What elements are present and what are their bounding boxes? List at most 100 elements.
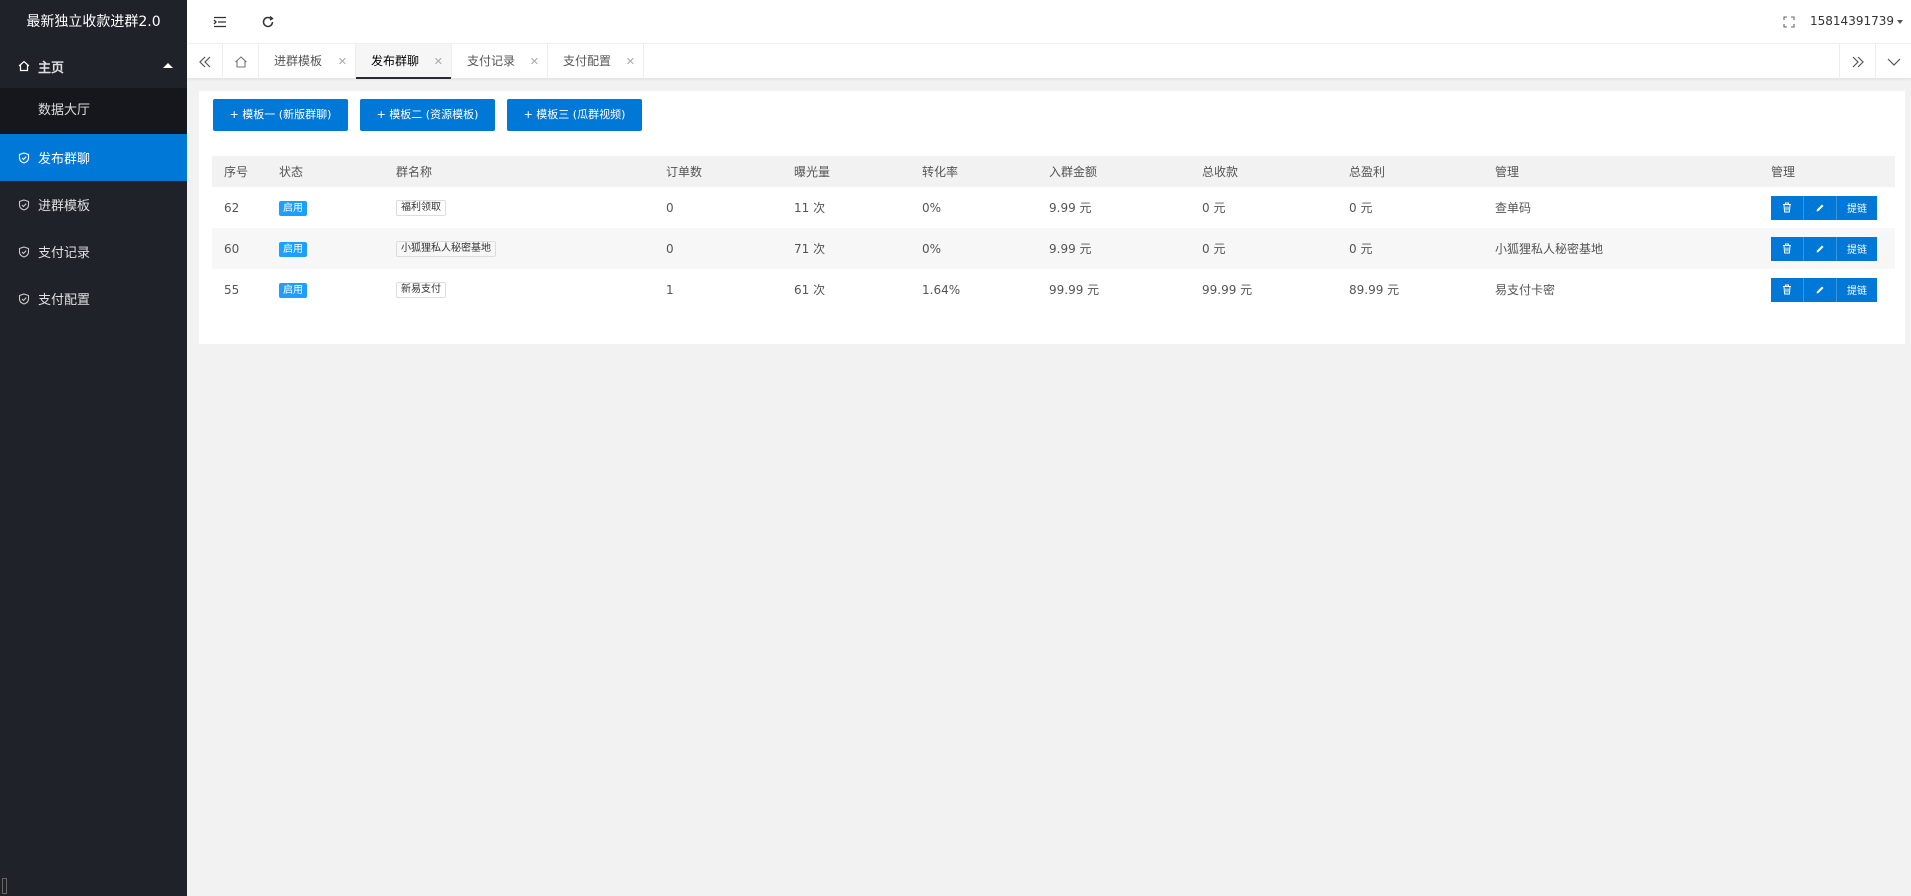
cell-profit: 0 元 [1337,228,1483,269]
pencil-icon[interactable] [1804,195,1837,220]
column-header: 管理 [1759,156,1895,187]
cell-name: 小狐狸私人秘密基地 [384,228,654,269]
cell-id: 55 [224,282,240,297]
row-actions: 提链 [1771,195,1877,220]
column-header: 状态 [267,156,384,187]
tab-label: 发布群聊 [371,54,420,68]
withdraw-link-button[interactable]: 提链 [1837,236,1877,261]
trash-icon[interactable] [1771,236,1804,261]
cell-orders: 1 [666,282,674,297]
cell-rate: 1.64% [922,282,961,297]
add-template-one-button[interactable]: + 模板一 (新版群聊) [213,99,348,131]
table-row: 55 启用 新易支付 1 61 次 1.64% 99.99 元 99.99 元 … [212,269,1895,310]
cell-views: 61 次 [794,283,826,297]
cell-orders: 0 [666,200,674,215]
column-header: 转化率 [910,156,1037,187]
tab-payment-config[interactable]: 支付配置 ✕ [548,44,644,79]
column-header: 群名称 [384,156,654,187]
cell-name: 新易支付 [384,269,654,310]
add-template-two-button[interactable]: + 模板二 (资源模板) [360,99,495,131]
cell-status: 启用 [267,228,384,269]
tab-payment-records[interactable]: 支付记录 ✕ [452,44,548,79]
sidebar-item-payment-records[interactable]: 支付记录 [0,228,187,275]
tab-bar: 进群模板 ✕ 发布群聊 ✕ 支付记录 ✕ 支付配置 ✕ [187,44,1911,79]
cell-profit: 89.99 元 [1349,283,1400,297]
withdraw-link-button[interactable]: 提链 [1837,195,1877,220]
tabs-scroll-right-icon[interactable] [1839,44,1875,79]
home-tab-icon[interactable] [223,44,259,79]
cell-price: 9.99 元 [1049,201,1092,215]
column-header: 总收款 [1190,156,1337,187]
cell-id: 62 [224,200,240,215]
cell-status: 启用 [267,187,384,228]
groups-table: 序号 状态 群名称 订单数 曝光量 转化率 入群金额 总收款 总盈利 管理 管理… [212,156,1895,310]
pencil-icon[interactable] [1804,277,1837,302]
table-header-row: 序号 状态 群名称 订单数 曝光量 转化率 入群金额 总收款 总盈利 管理 管理 [212,156,1895,187]
tabs-dropdown-icon[interactable] [1875,44,1911,79]
cell-total: 0 元 [1202,201,1226,215]
group-name-tag: 福利领取 [396,200,446,216]
table-row: 60 启用 小狐狸私人秘密基地 0 71 次 0% 9.99 元 0 元 0 元… [212,228,1895,269]
sidebar-item-payment-config[interactable]: 支付配置 [0,275,187,322]
cell-actions: 提链 [1759,269,1895,310]
tabs-scroll-left-icon[interactable] [187,44,223,79]
column-header: 总盈利 [1337,156,1483,187]
sidebar-item-label: 主页 [38,60,65,76]
column-header: 序号 [212,156,267,187]
close-icon[interactable]: ✕ [338,44,347,79]
cell-name: 福利领取 [384,187,654,228]
cell-orders: 0 [654,228,782,269]
close-icon[interactable]: ✕ [434,44,443,79]
sidebar-item-home[interactable]: 主页 [0,44,187,88]
column-header: 曝光量 [782,156,910,187]
menu-toggle-icon[interactable] [211,13,229,31]
cell-profit: 0 元 [1349,201,1373,215]
top-header: 15814391739 [187,0,1911,44]
tab-publish[interactable]: 发布群聊 ✕ [356,44,452,79]
column-header: 入群金额 [1037,156,1190,187]
column-header: 管理 [1483,156,1759,187]
shield-check-icon [18,151,30,164]
pencil-icon[interactable] [1804,236,1837,261]
shield-check-icon [18,292,30,305]
refresh-icon[interactable] [259,13,277,31]
status-badge: 启用 [279,241,307,257]
sidebar-item-publish[interactable]: 发布群聊 [0,134,187,181]
sidebar-item-label: 进群模板 [38,199,91,214]
user-menu[interactable]: 15814391739 [1810,14,1903,28]
cell-views: 71 次 [782,228,910,269]
sidebar-item-templates[interactable]: 进群模板 [0,181,187,228]
cell-rate: 0% [922,200,942,215]
cell-price: 99.99 元 [1049,283,1100,297]
cell-manage: 小狐狸私人秘密基地 [1483,228,1759,269]
cell-actions: 提链 [1759,228,1895,269]
cell-price: 9.99 元 [1037,228,1190,269]
close-icon[interactable]: ✕ [626,44,635,79]
trash-icon[interactable] [1771,277,1804,302]
fullscreen-icon[interactable] [1780,13,1798,31]
status-badge: 启用 [279,200,307,216]
withdraw-link-button[interactable]: 提链 [1837,277,1877,302]
app-title: 最新独立收款进群2.0 [26,14,161,30]
add-template-three-button[interactable]: + 模板三 (瓜群视频) [507,99,642,131]
tab-templates[interactable]: 进群模板 ✕ [259,44,356,79]
trash-icon[interactable] [1771,195,1804,220]
close-icon[interactable]: ✕ [530,44,539,79]
tab-label: 支付记录 [467,54,516,68]
table-row: 62 启用 福利领取 0 11 次 0% 9.99 元 0 元 0 元 查单码 … [212,187,1895,228]
cell-manage: 查单码 [1495,201,1532,215]
cell-total: 99.99 元 [1202,283,1253,297]
status-badge: 启用 [279,282,307,298]
column-header: 订单数 [654,156,782,187]
cell-status: 启用 [267,269,384,310]
sidebar-item-label: 发布群聊 [38,152,91,167]
tab-label: 支付配置 [563,54,612,68]
cell-actions: 提链 [1759,187,1895,228]
sidebar-subitem-dashboard[interactable]: 数据大厅 [0,88,187,134]
shield-check-icon [18,198,30,211]
caret-up-icon [163,63,173,68]
tab-label: 进群模板 [274,54,323,68]
row-actions: 提链 [1771,277,1877,302]
sidebar: 最新独立收款进群2.0 主页 数据大厅 发布群聊 进群模板 支付记录 支付配置 [0,0,187,896]
sidebar-scrollbar[interactable] [2,878,7,894]
